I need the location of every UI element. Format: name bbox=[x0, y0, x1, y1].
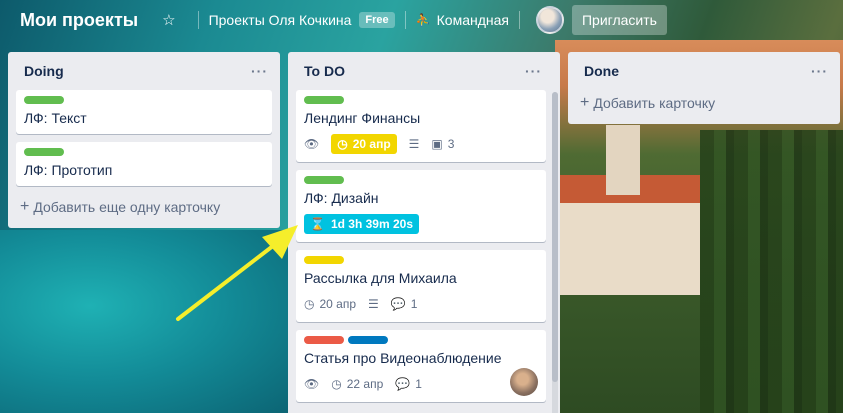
due-date-badge[interactable]: ◷ 20 апр bbox=[331, 134, 397, 154]
card[interactable]: ЛФ: Текст bbox=[16, 90, 272, 134]
list-title[interactable]: To DO bbox=[304, 63, 345, 79]
card-label-green[interactable] bbox=[304, 176, 344, 184]
plan-badge: Free bbox=[359, 12, 395, 28]
add-card-label: Добавить карточку bbox=[593, 95, 716, 111]
card-title: Рассылка для Михаила bbox=[304, 270, 457, 286]
header-divider bbox=[518, 11, 520, 29]
card-title: Лендинг Финансы bbox=[304, 110, 421, 126]
card[interactable]: Рассылка для Михаила ◷ 20 апр ☰ 💬 1 bbox=[296, 250, 546, 322]
list-header: To DO ··· bbox=[296, 52, 546, 90]
comment-icon: 💬 bbox=[390, 297, 406, 311]
list-todo: To DO ··· Лендинг Финансы 👁 ◷ 20 апр ☰ ▣… bbox=[288, 52, 560, 413]
star-icon[interactable]: ☆ bbox=[162, 11, 175, 29]
card[interactable]: ЛФ: Дизайн ⌛ 1d 3h 39m 20s bbox=[296, 170, 546, 242]
list-menu-icon[interactable]: ··· bbox=[525, 63, 542, 79]
list-header: Done ··· bbox=[576, 52, 832, 90]
avatar[interactable] bbox=[535, 6, 564, 34]
clock-icon: ◷ bbox=[337, 137, 348, 151]
list-header: Doing ··· bbox=[16, 52, 272, 90]
card-title: ЛФ: Прототип bbox=[24, 162, 113, 178]
card-badges: 👁 ◷ 20 апр ☰ ▣ 3 bbox=[304, 132, 538, 156]
clock-icon: ◷ bbox=[331, 377, 342, 391]
comment-count: 1 bbox=[410, 297, 418, 311]
card-label-red[interactable] bbox=[304, 336, 344, 344]
add-card-label: Добавить еще одну карточку bbox=[33, 199, 221, 215]
board-title[interactable]: Мои проекты bbox=[20, 10, 138, 31]
comments-badge: 💬 1 bbox=[395, 377, 422, 391]
comment-icon: 💬 bbox=[395, 377, 411, 391]
card-badges: ◷ 20 апр ☰ 💬 1 bbox=[304, 292, 538, 316]
card[interactable]: Статья про Видеонаблюдение 👁 ◷ 22 апр 💬 … bbox=[296, 330, 546, 402]
checklist-count: 3 bbox=[447, 137, 455, 151]
scrollbar-thumb[interactable] bbox=[552, 92, 558, 382]
due-date: 20 апр bbox=[352, 137, 391, 151]
checklist-icon: ▣ bbox=[431, 137, 443, 151]
timer-badge[interactable]: ⌛ 1d 3h 39m 20s bbox=[304, 214, 420, 234]
card-label-yellow[interactable] bbox=[304, 256, 344, 264]
card-title: Статья про Видеонаблюдение bbox=[304, 350, 502, 366]
list-menu-icon[interactable]: ··· bbox=[811, 63, 828, 79]
due-date-badge[interactable]: ◷ 20 апр bbox=[304, 297, 356, 311]
header-divider bbox=[197, 11, 199, 29]
card-label-blue[interactable] bbox=[348, 336, 388, 344]
card-label-green[interactable] bbox=[24, 96, 64, 104]
card-badges: ⌛ 1d 3h 39m 20s bbox=[304, 212, 538, 236]
description-icon: ☰ bbox=[408, 137, 420, 151]
header-divider bbox=[404, 11, 406, 29]
background-tower bbox=[606, 125, 640, 195]
list-done: Done ··· + Добавить карточку bbox=[568, 52, 840, 124]
card[interactable]: Лендинг Финансы 👁 ◷ 20 апр ☰ ▣ 3 bbox=[296, 90, 546, 162]
timer-value: 1d 3h 39m 20s bbox=[330, 217, 414, 231]
due-date: 20 апр bbox=[319, 297, 357, 311]
watch-icon: 👁 bbox=[304, 137, 320, 151]
due-date: 22 апр bbox=[346, 377, 384, 391]
team-icon: ⛹ bbox=[415, 13, 431, 27]
list-title[interactable]: Done bbox=[584, 63, 619, 79]
plus-icon: + bbox=[20, 198, 30, 215]
visibility-label: Командная bbox=[436, 12, 509, 28]
description-icon: ☰ bbox=[368, 297, 379, 311]
card-label-green[interactable] bbox=[24, 148, 64, 156]
invite-button[interactable]: Пригласить bbox=[571, 5, 667, 35]
card-title: ЛФ: Дизайн bbox=[304, 190, 379, 206]
card-label-green[interactable] bbox=[304, 96, 344, 104]
card[interactable]: ЛФ: Прототип bbox=[16, 142, 272, 186]
add-card-button[interactable]: + Добавить карточку bbox=[576, 90, 832, 116]
hourglass-icon: ⌛ bbox=[310, 217, 325, 231]
board-header: Мои проекты ☆ Проекты Оля Кочкина Free ⛹… bbox=[0, 0, 843, 40]
list-menu-icon[interactable]: ··· bbox=[251, 63, 268, 79]
card-title: ЛФ: Текст bbox=[24, 110, 87, 126]
watch-icon: 👁 bbox=[304, 377, 320, 391]
background-trees bbox=[700, 130, 843, 413]
comment-count: 1 bbox=[415, 377, 422, 391]
list-doing: Doing ··· ЛФ: Текст ЛФ: Прототип + Добав… bbox=[8, 52, 280, 228]
visibility-button[interactable]: ⛹ Командная bbox=[416, 12, 509, 28]
due-date-badge[interactable]: ◷ 22 апр bbox=[331, 377, 383, 391]
checklist-badge: ▣ 3 bbox=[431, 137, 454, 151]
list-title[interactable]: Doing bbox=[24, 63, 64, 79]
list-scrollbar[interactable] bbox=[552, 92, 558, 413]
annotation-arrow-icon bbox=[176, 225, 298, 321]
team-name: Проекты Оля Кочкина bbox=[208, 12, 352, 28]
comments-badge: 💬 1 bbox=[391, 297, 418, 311]
team-button[interactable]: Проекты Оля Кочкина Free bbox=[209, 12, 395, 28]
card-badges: 👁 ◷ 22 апр 💬 1 bbox=[304, 372, 538, 396]
member-avatar[interactable] bbox=[510, 368, 538, 396]
plus-icon: + bbox=[580, 94, 590, 111]
